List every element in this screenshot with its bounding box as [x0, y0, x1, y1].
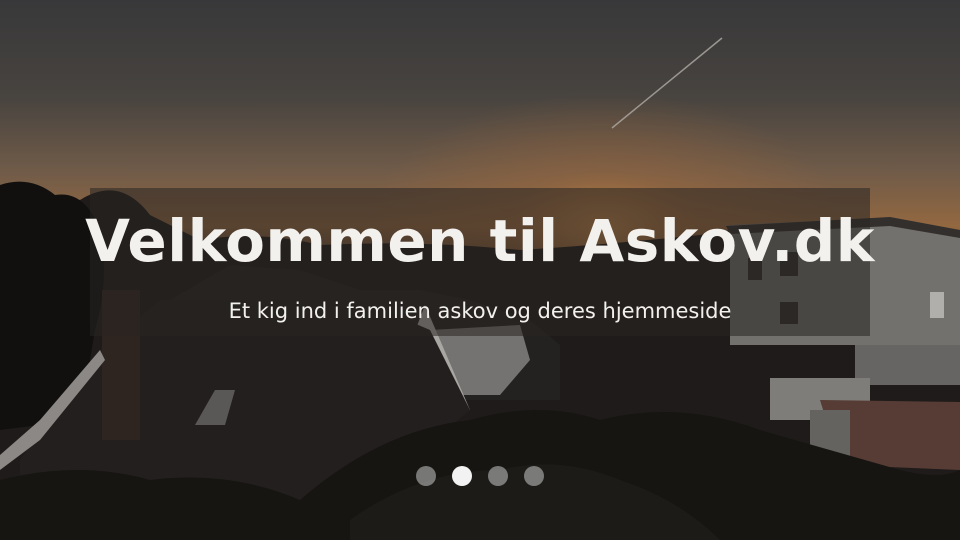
carousel-indicators — [0, 466, 960, 486]
carousel-indicator-1[interactable] — [416, 466, 436, 486]
hero-carousel: Velkommen til Askov.dk Et kig ind i fami… — [0, 0, 960, 540]
carousel-indicator-2[interactable] — [452, 466, 472, 486]
hero-subtitle: Et kig ind i familien askov og deres hje… — [228, 299, 732, 323]
hero-title: Velkommen til Askov.dk — [85, 207, 875, 275]
carousel-indicator-4[interactable] — [524, 466, 544, 486]
carousel-indicator-3[interactable] — [488, 466, 508, 486]
